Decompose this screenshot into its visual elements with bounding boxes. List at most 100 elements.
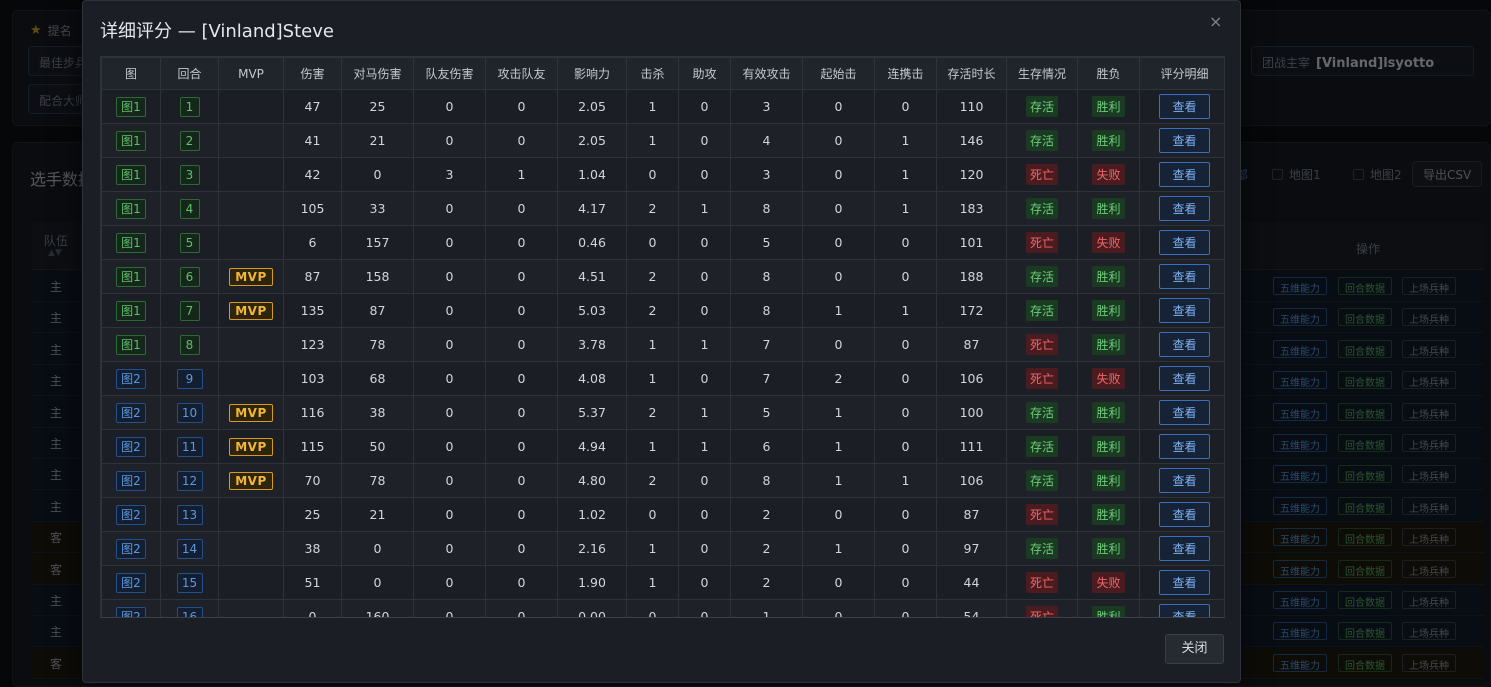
- survival-badge: 存活: [1025, 538, 1058, 559]
- round-tag: 7: [179, 300, 200, 321]
- cell-eff: 2: [730, 497, 803, 532]
- cell-combo: 0: [874, 497, 937, 532]
- column-header: 胜负: [1077, 57, 1140, 90]
- cell-horse: 160: [341, 599, 414, 617]
- map-tag: 图1: [116, 164, 146, 185]
- cell-time: 110: [936, 89, 1007, 124]
- cell-kill: 0: [626, 599, 679, 617]
- cell-combo: 1: [874, 157, 937, 192]
- cell-ast: 0: [678, 565, 731, 600]
- column-header: 有效攻击: [730, 57, 803, 90]
- cell-time: 106: [936, 463, 1007, 498]
- view-detail-button[interactable]: 查看: [1159, 468, 1210, 493]
- survival-badge: 存活: [1025, 436, 1058, 457]
- cell-time: 106: [936, 361, 1007, 396]
- cell-tk: 0: [485, 429, 558, 464]
- survival-badge: 存活: [1025, 402, 1058, 423]
- cell-inf: 2.05: [557, 89, 627, 124]
- column-header: MVP: [218, 57, 284, 90]
- result-badge: 胜利: [1092, 130, 1125, 151]
- view-detail-button[interactable]: 查看: [1159, 366, 1210, 391]
- cell-ast: 1: [678, 327, 731, 362]
- cell-ff: 0: [413, 191, 486, 226]
- cell-tk: 0: [485, 225, 558, 260]
- cell-dmg: 123: [283, 327, 342, 362]
- view-detail-button[interactable]: 查看: [1159, 570, 1210, 595]
- result-badge: 失败: [1092, 368, 1125, 389]
- cell-inf: 1.90: [557, 565, 627, 600]
- column-header: 起始击: [802, 57, 875, 90]
- cell-kill: 2: [626, 293, 679, 328]
- detail-table-container[interactable]: 图回合 MVP 伤害 对马伤害 队友伤害 攻击队友 影响力 击杀 助攻 有效攻击 起始击 连携击 存活时…: [100, 56, 1225, 618]
- cell-eff: 5: [730, 225, 803, 260]
- cell-time: 44: [936, 565, 1007, 600]
- survival-badge: 存活: [1025, 130, 1058, 151]
- round-tag: 2: [179, 130, 200, 151]
- column-header: 图: [101, 57, 161, 90]
- view-detail-button[interactable]: 查看: [1159, 604, 1210, 617]
- cell-kill: 1: [626, 89, 679, 124]
- view-detail-button[interactable]: 查看: [1159, 332, 1210, 357]
- cell-ff: 0: [413, 565, 486, 600]
- cell-combo: 0: [874, 259, 937, 294]
- cell-horse: 158: [341, 259, 414, 294]
- cell-horse: 78: [341, 327, 414, 362]
- result-badge: 失败: [1092, 232, 1125, 253]
- mvp-badge: MVP: [229, 437, 273, 456]
- cell-ast: 1: [678, 191, 731, 226]
- map-tag: 图2: [116, 606, 146, 617]
- cell-time: 101: [936, 225, 1007, 260]
- column-header: 击杀: [626, 57, 679, 90]
- survival-badge: 死亡: [1025, 232, 1058, 253]
- cell-ast: 0: [678, 531, 731, 566]
- cell-horse: 21: [341, 123, 414, 158]
- cell-horse: 25: [341, 89, 414, 124]
- map-tag: 图1: [116, 96, 146, 117]
- view-detail-button[interactable]: 查看: [1159, 264, 1210, 289]
- survival-badge: 死亡: [1025, 572, 1058, 593]
- view-detail-button[interactable]: 查看: [1159, 536, 1210, 561]
- round-tag: 9: [176, 368, 203, 389]
- table-row: 图2 15 51 0 0 0 1.90 1 0 2 0 0 44 死亡 失败 查看: [101, 565, 1224, 600]
- cell-eff: 4: [730, 123, 803, 158]
- view-detail-button[interactable]: 查看: [1159, 94, 1210, 119]
- cell-dmg: 25: [283, 497, 342, 532]
- cell-horse: 87: [341, 293, 414, 328]
- survival-badge: 存活: [1025, 470, 1058, 491]
- close-button[interactable]: 关闭: [1165, 634, 1224, 664]
- view-detail-button[interactable]: 查看: [1159, 502, 1210, 527]
- table-row: 图2 11 MVP 115 50 0 0 4.94 1 1 6 1 0 111 存活 胜利 查看: [101, 429, 1224, 464]
- round-tag: 5: [179, 232, 200, 253]
- view-detail-button[interactable]: 查看: [1159, 162, 1210, 187]
- round-tag: 13: [176, 504, 203, 525]
- cell-dmg: 105: [283, 191, 342, 226]
- cell-inf: 1.04: [557, 157, 627, 192]
- survival-badge: 死亡: [1025, 504, 1058, 525]
- cell-ff: 0: [413, 89, 486, 124]
- mvp-badge: MVP: [229, 301, 273, 320]
- cell-kill: 1: [626, 429, 679, 464]
- cell-combo: 0: [874, 599, 937, 617]
- result-badge: 胜利: [1092, 334, 1125, 355]
- cell-ast: 0: [678, 123, 731, 158]
- view-detail-button[interactable]: 查看: [1159, 298, 1210, 323]
- cell-ast: 0: [678, 293, 731, 328]
- cell-dmg: 103: [283, 361, 342, 396]
- result-badge: 胜利: [1092, 96, 1125, 117]
- view-detail-button[interactable]: 查看: [1159, 434, 1210, 459]
- cell-time: 54: [936, 599, 1007, 617]
- cell-kill: 2: [626, 191, 679, 226]
- table-row: 图1 4 105 33 0 0 4.17 2 1 8 0 1 183 存活 胜利 查看: [101, 191, 1224, 226]
- cell-tk: 0: [485, 123, 558, 158]
- cell-dmg: 87: [283, 259, 342, 294]
- view-detail-button[interactable]: 查看: [1159, 196, 1210, 221]
- cell-ast: 0: [678, 497, 731, 532]
- view-detail-button[interactable]: 查看: [1159, 400, 1210, 425]
- result-badge: 胜利: [1092, 402, 1125, 423]
- column-header: 队友伤害: [413, 57, 486, 90]
- round-tag: 15: [176, 572, 203, 593]
- view-detail-button[interactable]: 查看: [1159, 128, 1210, 153]
- cell-first: 0: [802, 191, 875, 226]
- close-icon[interactable]: ×: [1209, 12, 1222, 31]
- view-detail-button[interactable]: 查看: [1159, 230, 1210, 255]
